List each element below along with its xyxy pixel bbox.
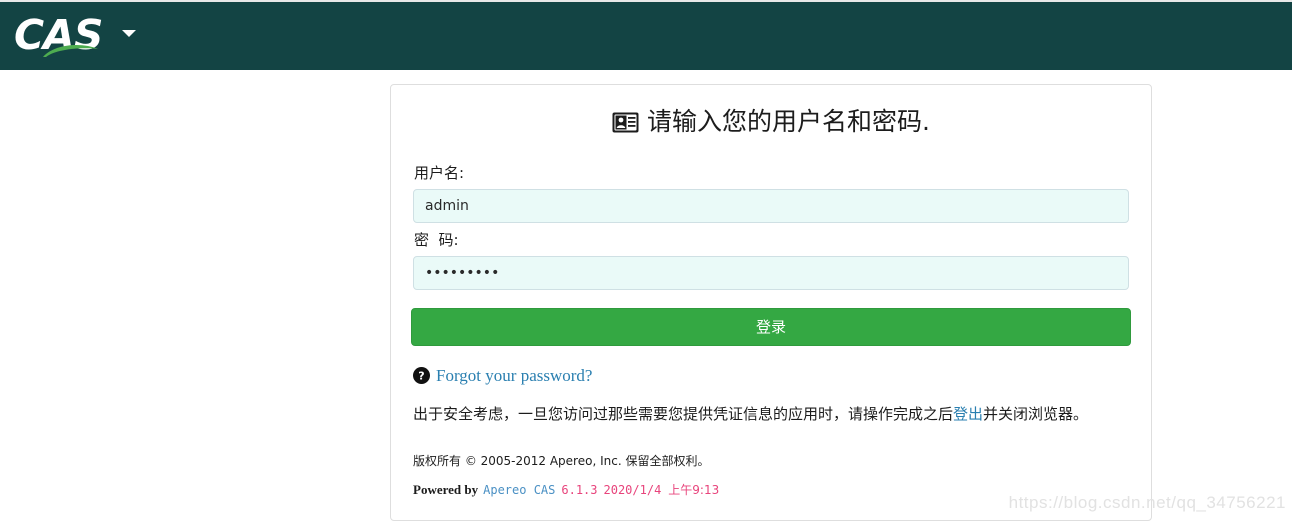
username-field-group: 用户名:	[411, 162, 1131, 223]
copyright-text: 版权所有 © 2005-2012 Apereo, Inc. 保留全部权利。	[413, 454, 710, 468]
watermark: https://blog.csdn.net/qq_34756221	[1008, 493, 1286, 512]
app-header: CAS	[0, 0, 1292, 70]
page-title-text: 请输入您的用户名和密码.	[647, 107, 930, 136]
forgot-password-link[interactable]: Forgot your password?	[436, 366, 592, 385]
cas-swoosh-icon	[42, 42, 100, 58]
login-button[interactable]: 登录	[411, 308, 1131, 346]
security-notice-text-after: 并关闭浏览器。	[983, 405, 1089, 423]
card-footer: 版权所有 © 2005-2012 Apereo, Inc. 保留全部权利。 Po…	[411, 452, 1131, 498]
id-card-icon	[612, 108, 639, 142]
build-time: 上午9:13	[668, 483, 720, 497]
forgot-password-row: ? Forgot your password?	[413, 366, 1131, 386]
security-notice-text-before: 出于安全考虑，一旦您访问过那些需要您提供凭证信息的应用时，请操作完成之后	[413, 405, 954, 423]
cas-version: 6.1.3	[561, 483, 598, 497]
chevron-down-icon[interactable]	[122, 30, 136, 37]
page-title: 请输入您的用户名和密码.	[411, 99, 1131, 156]
password-field-group: 密 码:	[411, 229, 1131, 290]
build-date: 2020/1/4	[603, 483, 662, 497]
powered-by-label: Powered by	[413, 482, 479, 497]
security-notice: 出于安全考虑，一旦您访问过那些需要您提供凭证信息的应用时，请操作完成之后登出并关…	[413, 402, 1131, 426]
username-input[interactable]	[413, 189, 1129, 223]
password-label: 密 码:	[414, 231, 459, 249]
password-input[interactable]	[413, 256, 1129, 290]
question-circle-icon: ?	[413, 367, 430, 384]
logout-link[interactable]: 登出	[953, 405, 983, 423]
username-label: 用户名:	[414, 164, 465, 182]
apereo-cas-link[interactable]: Apereo CAS	[483, 483, 555, 497]
cas-logo[interactable]: CAS	[14, 12, 106, 60]
login-card: 请输入您的用户名和密码. 用户名: 密 码: 登录 ? Forgot your …	[390, 84, 1152, 521]
svg-text:?: ?	[418, 370, 424, 383]
